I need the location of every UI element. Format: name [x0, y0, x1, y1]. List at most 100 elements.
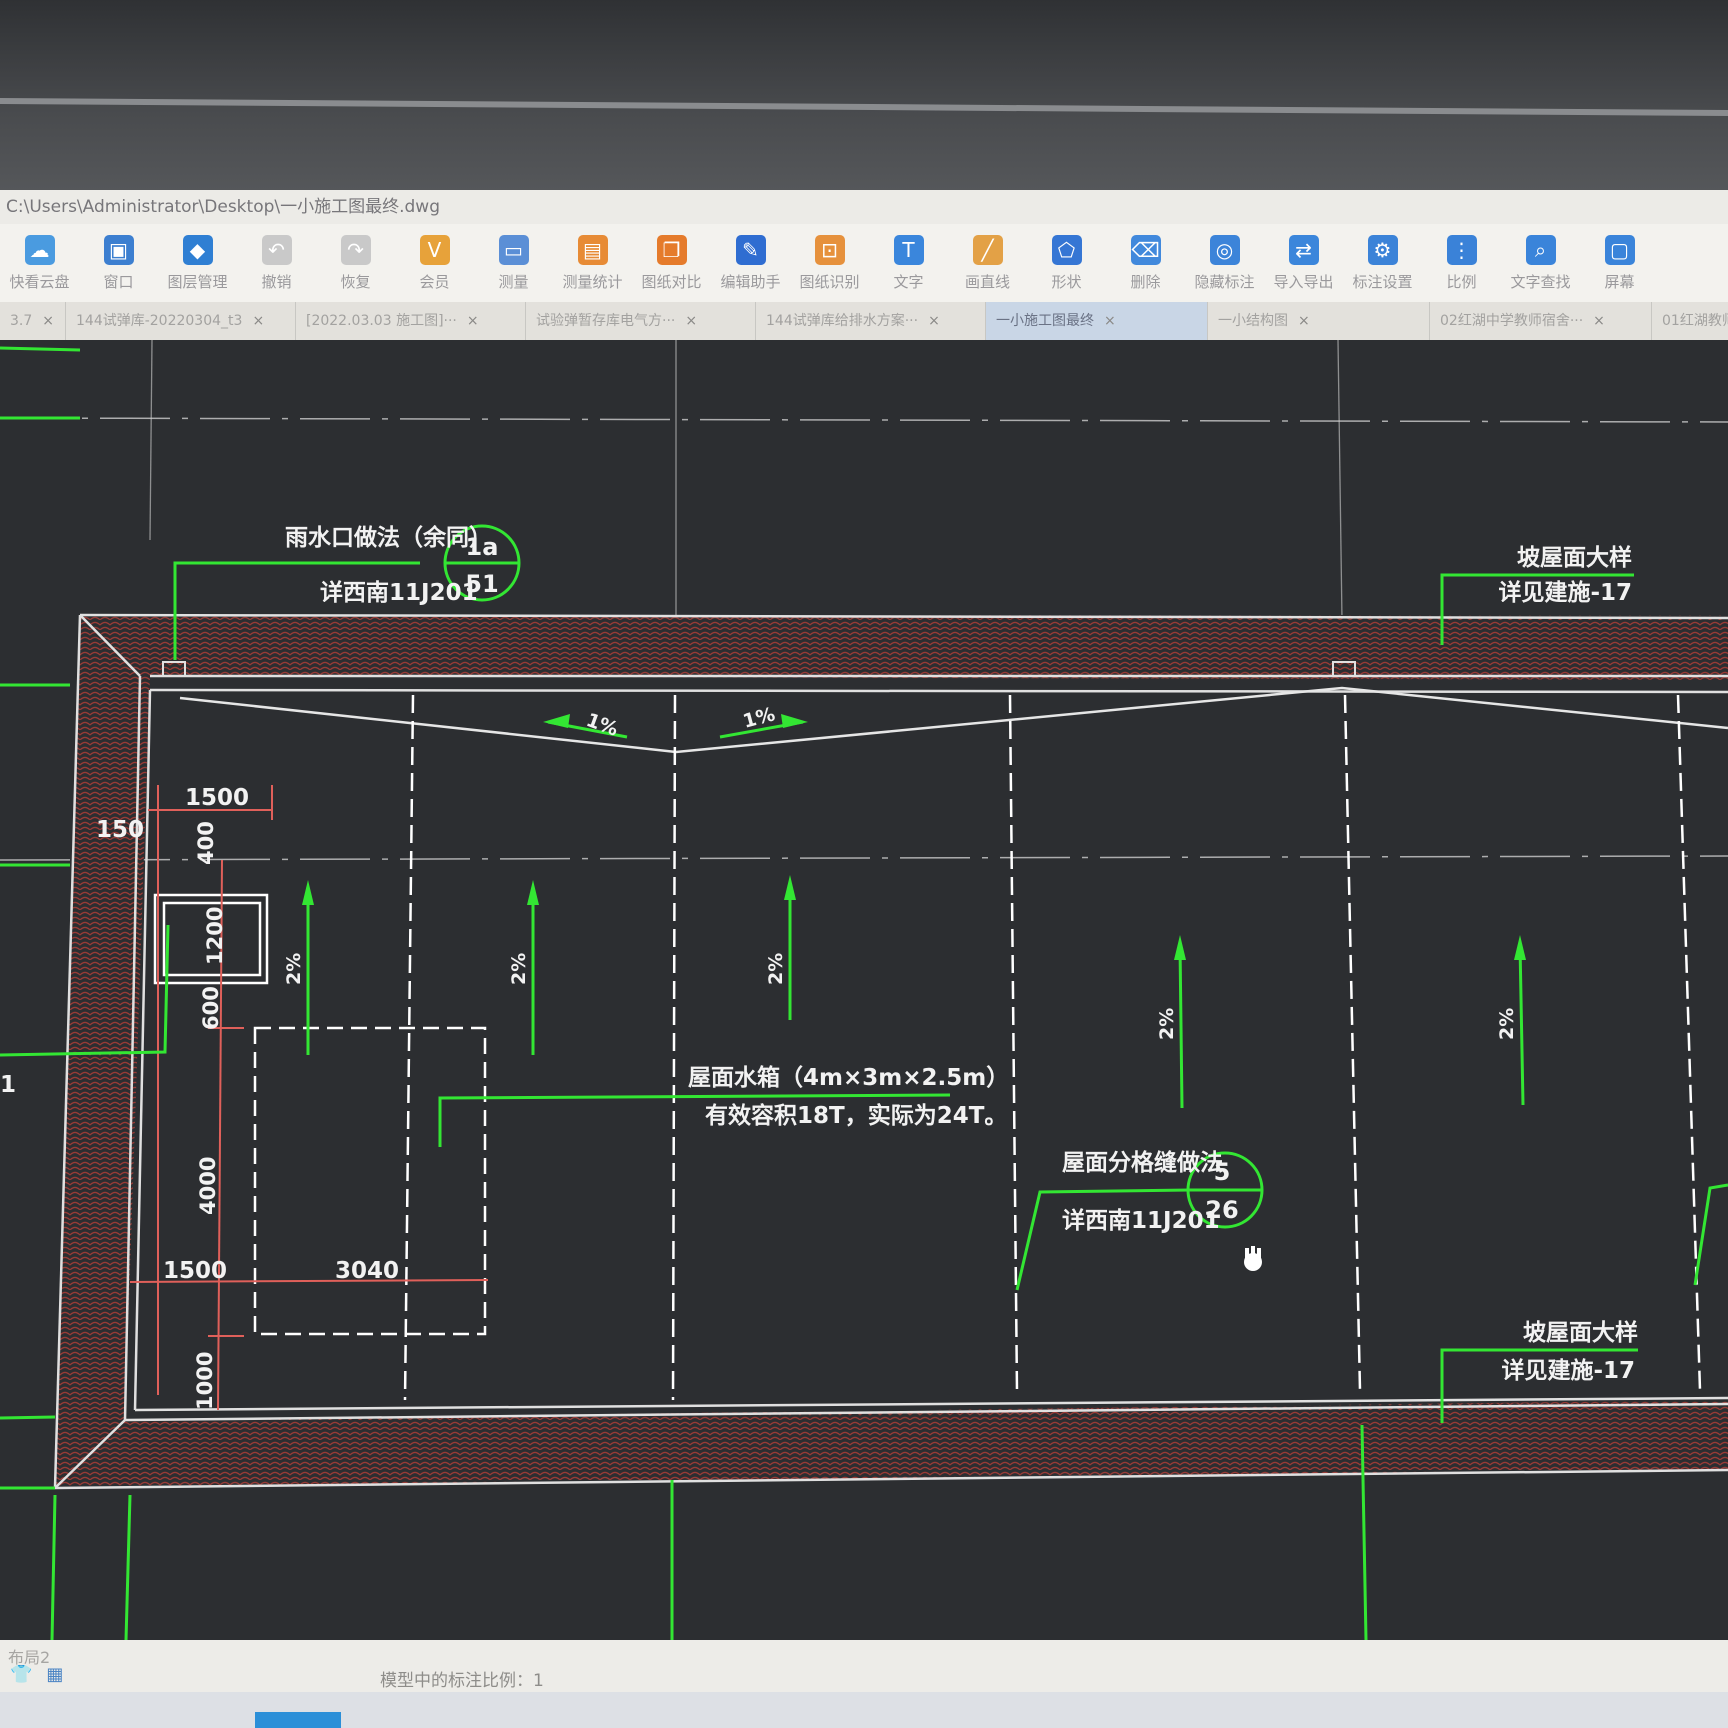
close-icon[interactable]: × — [1298, 302, 1310, 340]
document-tabs: 3.7 × 144试弹库-20220304_t3 × [2022.03.03 施工图]·… — [0, 302, 1728, 341]
toolbar-button-6[interactable]: ▭ 测量 — [474, 224, 553, 302]
toolbar-button-14[interactable]: ⌫ 删除 — [1106, 224, 1185, 302]
status-bar: 布局2 👕 ▦ 模型中的标注比例：1 — [0, 1640, 1728, 1692]
slope-label-4: 2% — [1156, 1008, 1178, 1040]
tab-label: 一小结构图 — [1218, 313, 1288, 329]
undo-icon: ↶ — [261, 234, 292, 265]
document-tab[interactable]: 144试弹库给排水方案··· × — [756, 302, 986, 340]
toolbar-label: 画直线 — [964, 272, 1010, 291]
rain-outlet-num-bottom: 51 — [465, 570, 498, 598]
document-tab[interactable]: 144试弹库-20220304_t3 × — [66, 302, 296, 340]
compare-icon: ❐ — [656, 234, 687, 265]
stats-icon: ▤ — [577, 234, 608, 265]
toolbar-button-19[interactable]: ⌕ 文字查找 — [1501, 224, 1580, 302]
close-icon[interactable]: × — [685, 302, 697, 340]
toolbar-button-0[interactable]: ☁ 快看云盘 — [0, 224, 79, 302]
document-tab[interactable]: 试验弹暂存库电气方··· × — [526, 302, 756, 340]
dim-600: 600 — [199, 986, 223, 1030]
document-tab[interactable]: 一小施工图最终 × — [986, 302, 1208, 340]
tab-label: [2022.03.03 施工图]··· — [306, 313, 457, 329]
slope-roof-ref-bottom: 详见建施-17 — [1501, 1357, 1635, 1384]
grid-icon[interactable]: ▦ — [46, 1664, 63, 1685]
close-icon[interactable]: × — [467, 302, 479, 340]
toolbar-button-11[interactable]: T 文字 — [869, 224, 948, 302]
tab-label: 试验弹暂存库电气方··· — [536, 313, 676, 329]
close-icon[interactable]: × — [1104, 302, 1116, 340]
taskbar-active-item[interactable] — [255, 1712, 341, 1728]
roof-joint-num-bottom: 26 — [1205, 1196, 1238, 1224]
toolbar-label: 会员 — [419, 272, 450, 291]
close-icon[interactable]: × — [1593, 302, 1605, 340]
ruler-icon: ▭ — [498, 234, 529, 265]
toolbar-label: 文字 — [893, 272, 924, 291]
toolbar-label: 形状 — [1051, 272, 1082, 291]
drawing-canvas[interactable]: 雨水口做法（余同） 详西南11J201 1a 51 坡屋面大样 详见建施-17 … — [0, 340, 1728, 1640]
roof-plan-drawing: 雨水口做法（余同） 详西南11J201 1a 51 坡屋面大样 详见建施-17 … — [0, 340, 1728, 1640]
edit-icon: ✎ — [735, 234, 766, 265]
dimension-lines — [129, 785, 489, 1411]
document-tab[interactable]: 01红湖教师× — [1652, 302, 1728, 340]
toolbar-button-13[interactable]: ⬠ 形状 — [1027, 224, 1106, 302]
toolbar-button-1[interactable]: ▣ 窗口 — [79, 224, 158, 302]
monitor-bezel — [0, 0, 1728, 190]
document-tab[interactable]: 3.7 × — [0, 302, 66, 340]
shirt-icon[interactable]: 👕 — [10, 1664, 32, 1685]
slope-roof-detail-bottom: 坡屋面大样 — [1523, 1319, 1638, 1346]
toolbar-label: 图纸对比 — [641, 272, 702, 291]
toolbar-button-5[interactable]: V 会员 — [395, 224, 474, 302]
toolbar-button-3[interactable]: ↶ 撤销 — [237, 224, 316, 302]
annotation-scale-text: 模型中的标注比例：1 — [380, 1671, 544, 1691]
toolbar-label: 导入导出 — [1273, 272, 1334, 291]
roof-joint-note: 屋面分格缝做法 — [1062, 1149, 1223, 1176]
toolbar-label: 图层管理 — [167, 272, 228, 291]
toolbar-label: 删除 — [1130, 272, 1161, 291]
toolbar-label: 测量统计 — [562, 272, 623, 291]
document-tab[interactable]: [2022.03.03 施工图]··· × — [296, 302, 526, 340]
toolbar-button-10[interactable]: ⊡ 图纸识别 — [790, 224, 869, 302]
toolbar-button-4[interactable]: ↷ 恢复 — [316, 224, 395, 302]
close-icon[interactable]: × — [252, 302, 264, 340]
document-tab[interactable]: 一小结构图 × — [1208, 302, 1430, 340]
tab-label: 144试弹库给排水方案··· — [766, 313, 919, 329]
text-search-icon: ⌕ — [1525, 234, 1556, 265]
dim-4000: 4000 — [196, 1157, 220, 1215]
taskbar — [0, 1692, 1728, 1728]
hide-icon: ◎ — [1209, 234, 1240, 265]
text-icon: T — [893, 234, 924, 265]
toolbar-button-20[interactable]: ▢ 屏幕 — [1580, 224, 1659, 302]
toolbar-label: 图纸识别 — [799, 272, 860, 291]
window-icon: ▣ — [103, 234, 134, 265]
slope-label-1: 2% — [283, 953, 305, 985]
toolbar-label: 屏幕 — [1604, 272, 1635, 291]
ribbon-toolbar: ☁ 快看云盘 ▣ 窗口 ◆ 图层管理 ↶ 撤销 ↷ 恢复 V 会员 ▭ 测量 ▤ 测量统计 ❐ 图纸对比 ✎ 编辑助手… — [0, 224, 1728, 302]
toolbar-button-18[interactable]: ⋮ 比例 — [1422, 224, 1501, 302]
toolbar-button-15[interactable]: ◎ 隐藏标注 — [1185, 224, 1264, 302]
pan-hand-cursor — [1244, 1246, 1262, 1271]
toolbar-button-2[interactable]: ◆ 图层管理 — [158, 224, 237, 302]
close-icon[interactable]: × — [928, 302, 940, 340]
redo-icon: ↷ — [340, 234, 371, 265]
window-title: C:\Users\Administrator\Desktop\一小施工图最终.d… — [0, 190, 1728, 224]
rain-outlet-note: 雨水口做法（余同） — [285, 524, 492, 551]
slope-label-2: 2% — [508, 953, 530, 985]
edge-axis-mark: 1 — [0, 1072, 16, 1098]
dim-1000: 1000 — [193, 1352, 217, 1410]
toolbar-button-12[interactable]: ╱ 画直线 — [948, 224, 1027, 302]
toolbar-button-17[interactable]: ⚙ 标注设置 — [1343, 224, 1422, 302]
tab-label: 01红湖教师 — [1662, 313, 1728, 329]
toolbar-button-8[interactable]: ❐ 图纸对比 — [632, 224, 711, 302]
tiled-roof-border — [53, 613, 1728, 1490]
toolbar-button-9[interactable]: ✎ 编辑助手 — [711, 224, 790, 302]
toolbar-label: 比例 — [1446, 272, 1477, 291]
dim-150: 150 — [96, 817, 144, 843]
tab-label: 144试弹库-20220304_t3 — [76, 313, 243, 329]
document-tab[interactable]: 02红湖中学教师宿舍··· × — [1430, 302, 1652, 340]
division-lines — [403, 694, 1702, 1401]
toolbar-button-7[interactable]: ▤ 测量统计 — [553, 224, 632, 302]
dim-3040: 3040 — [335, 1258, 399, 1284]
eraser-icon: ⌫ — [1130, 234, 1161, 265]
close-icon[interactable]: × — [42, 302, 54, 340]
water-tank-capacity: 有效容积18T，实际为24T。 — [705, 1102, 1007, 1129]
tab-label: 02红湖中学教师宿舍··· — [1440, 313, 1584, 329]
toolbar-button-16[interactable]: ⇄ 导入导出 — [1264, 224, 1343, 302]
